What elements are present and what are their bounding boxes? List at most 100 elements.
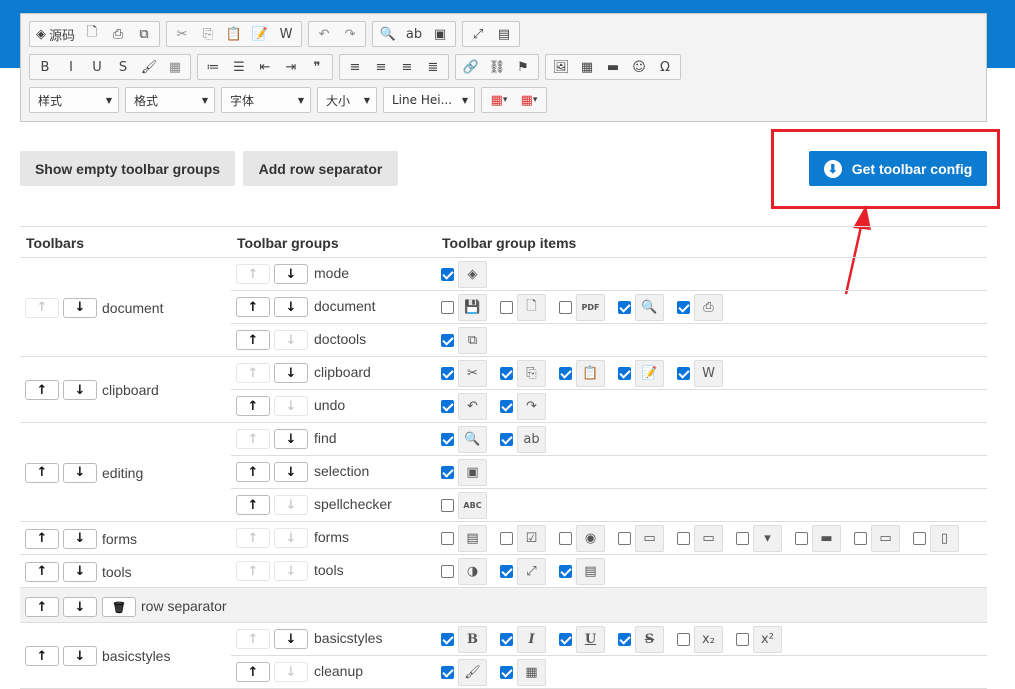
item-checkbox[interactable]: [500, 666, 513, 679]
templates-button[interactable]: ⧉: [131, 23, 157, 45]
toolbar-move-down-button[interactable]: ↓: [63, 462, 97, 483]
toolbar-move-down-button[interactable]: ↓: [63, 646, 97, 666]
blockquote-button[interactable]: ❞: [304, 56, 330, 78]
paste-word-button[interactable]: W: [273, 23, 299, 45]
indent-button[interactable]: ⇥: [278, 56, 304, 78]
underline-button[interactable]: U: [84, 56, 110, 78]
find-button[interactable]: 🔍: [375, 23, 401, 45]
group-move-up-button[interactable]: ↑: [236, 264, 270, 284]
item-checkbox[interactable]: [913, 532, 926, 545]
item-checkbox[interactable]: [441, 466, 454, 479]
item-checkbox[interactable]: [441, 400, 454, 413]
select-all-button[interactable]: ▣: [427, 23, 453, 45]
toolbar-move-up-button[interactable]: ↑: [25, 297, 59, 318]
item-checkbox[interactable]: [618, 532, 631, 545]
group-move-down-button[interactable]: ↓: [274, 297, 308, 317]
item-checkbox[interactable]: [677, 367, 690, 380]
special-char-button[interactable]: Ω: [652, 56, 678, 78]
item-checkbox[interactable]: [559, 565, 572, 578]
size-combo[interactable]: 大小 ▼: [317, 87, 377, 113]
item-checkbox[interactable]: [500, 633, 513, 646]
toolbar-move-up-button[interactable]: ↑: [25, 462, 59, 483]
group-move-down-button[interactable]: ↓: [274, 363, 308, 383]
text-color-button[interactable]: ▦ ▾: [484, 89, 514, 111]
item-checkbox[interactable]: [500, 532, 513, 545]
toolbar-move-down-button[interactable]: ↓: [63, 561, 97, 582]
line-height-combo[interactable]: Line Hei... ▼: [383, 87, 475, 113]
item-checkbox[interactable]: [854, 532, 867, 545]
remove-format-button[interactable]: 🖌: [136, 56, 162, 78]
redo-button[interactable]: ↷: [337, 23, 363, 45]
group-move-down-button[interactable]: ↓: [274, 264, 308, 284]
toolbar-move-down-button[interactable]: ↓: [63, 297, 97, 318]
show-empty-groups-button[interactable]: Show empty toolbar groups: [20, 151, 235, 186]
table-button[interactable]: ▦: [574, 56, 600, 78]
group-move-down-button[interactable]: ↓: [274, 629, 308, 649]
maximize-button[interactable]: ⤢: [465, 23, 491, 45]
item-checkbox[interactable]: [500, 301, 513, 314]
group-move-down-button[interactable]: ↓: [274, 561, 308, 581]
show-blocks-button[interactable]: ▤: [491, 23, 517, 45]
item-checkbox[interactable]: [441, 499, 454, 512]
align-right-button[interactable]: ≡: [394, 56, 420, 78]
replace-button[interactable]: ab: [401, 23, 427, 45]
group-move-down-button[interactable]: ↓: [274, 462, 308, 482]
bulleted-list-button[interactable]: ☰: [226, 56, 252, 78]
item-checkbox[interactable]: [441, 301, 454, 314]
group-move-down-button[interactable]: ↓: [274, 528, 308, 548]
item-checkbox[interactable]: [559, 633, 572, 646]
print-button[interactable]: ⎙: [105, 23, 131, 45]
group-move-up-button[interactable]: ↑: [236, 429, 270, 449]
group-move-up-button[interactable]: ↑: [236, 330, 270, 350]
delete-separator-button[interactable]: 🗑: [102, 597, 136, 617]
item-checkbox[interactable]: [441, 565, 454, 578]
paste-text-button[interactable]: 📝: [247, 23, 273, 45]
item-checkbox[interactable]: [441, 633, 454, 646]
group-move-down-button[interactable]: ↓: [274, 429, 308, 449]
toolbar-move-up-button[interactable]: ↑: [25, 528, 59, 549]
group-move-up-button[interactable]: ↑: [236, 629, 270, 649]
copy-format-button[interactable]: ▦: [162, 56, 188, 78]
item-checkbox[interactable]: [618, 301, 631, 314]
item-checkbox[interactable]: [618, 367, 631, 380]
group-move-up-button[interactable]: ↑: [236, 528, 270, 548]
outdent-button[interactable]: ⇤: [252, 56, 278, 78]
source-button[interactable]: ◈ 源码: [32, 23, 79, 45]
group-move-down-button[interactable]: ↓: [274, 396, 308, 416]
item-checkbox[interactable]: [736, 532, 749, 545]
add-row-separator-button[interactable]: Add row separator: [243, 151, 398, 186]
item-checkbox[interactable]: [441, 334, 454, 347]
toolbar-move-down-button[interactable]: ↓: [63, 380, 97, 400]
item-checkbox[interactable]: [736, 633, 749, 646]
link-button[interactable]: 🔗: [458, 56, 484, 78]
group-move-down-button[interactable]: ↓: [274, 330, 308, 350]
undo-button[interactable]: ↶: [311, 23, 337, 45]
bold-button[interactable]: B: [32, 56, 58, 78]
item-checkbox[interactable]: [618, 633, 631, 646]
format-combo[interactable]: 格式 ▼: [125, 87, 215, 113]
align-left-button[interactable]: ≡: [342, 56, 368, 78]
item-checkbox[interactable]: [441, 532, 454, 545]
unlink-button[interactable]: ⛓: [484, 56, 510, 78]
item-checkbox[interactable]: [441, 666, 454, 679]
toolbar-move-up-button[interactable]: ↑: [25, 380, 59, 400]
italic-button[interactable]: I: [58, 56, 84, 78]
toolbar-move-up-button[interactable]: ↑: [25, 646, 59, 666]
item-checkbox[interactable]: [500, 433, 513, 446]
item-checkbox[interactable]: [559, 301, 572, 314]
horizontal-rule-button[interactable]: ▬: [600, 56, 626, 78]
item-checkbox[interactable]: [559, 532, 572, 545]
preview-button[interactable]: 🗋: [79, 23, 105, 45]
toolbar-move-down-button[interactable]: ↓: [63, 528, 97, 549]
group-move-up-button[interactable]: ↑: [236, 495, 270, 515]
item-checkbox[interactable]: [441, 433, 454, 446]
font-combo[interactable]: 字体 ▼: [221, 87, 311, 113]
item-checkbox[interactable]: [795, 532, 808, 545]
toolbar-move-up-button[interactable]: ↑: [25, 561, 59, 582]
item-checkbox[interactable]: [441, 268, 454, 281]
item-checkbox[interactable]: [677, 532, 690, 545]
item-checkbox[interactable]: [500, 565, 513, 578]
strike-button[interactable]: S: [110, 56, 136, 78]
move-down-button[interactable]: ↓: [63, 597, 97, 617]
item-checkbox[interactable]: [677, 301, 690, 314]
